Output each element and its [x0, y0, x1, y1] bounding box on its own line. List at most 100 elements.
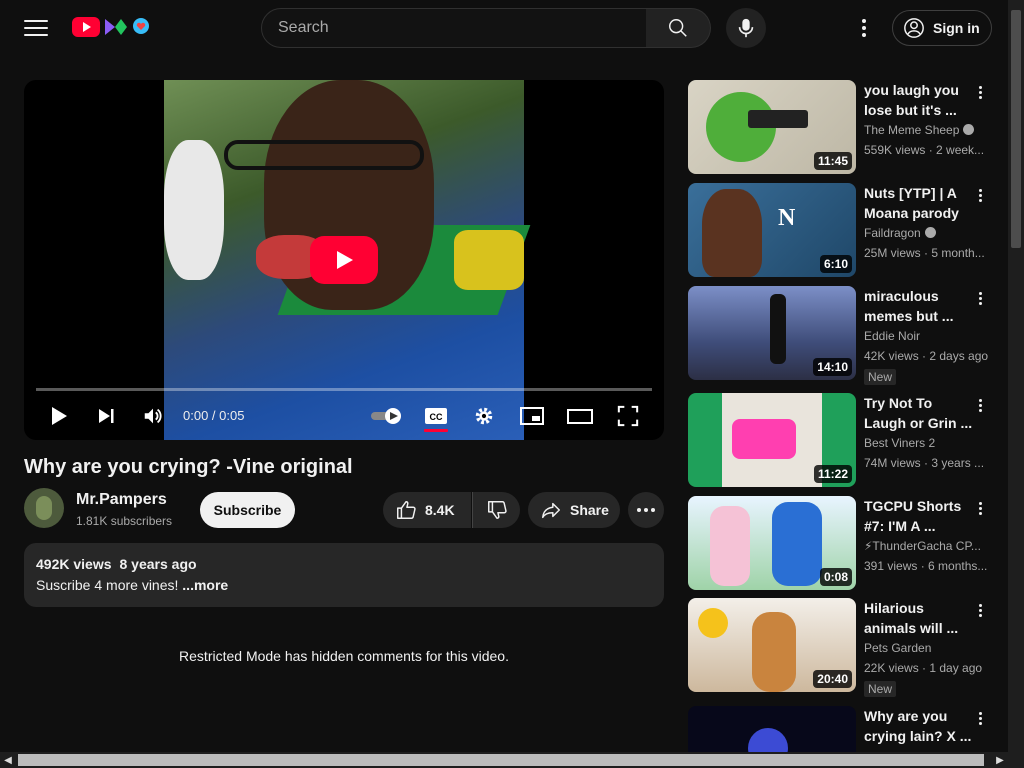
play-icon: [52, 407, 67, 425]
search-input[interactable]: Search: [261, 8, 647, 48]
theater-mode-icon: [567, 409, 593, 424]
view-meta: 492K views 8 years ago: [36, 556, 652, 572]
menu-icon[interactable]: [24, 16, 48, 40]
channel-name[interactable]: Faildragon: [864, 226, 990, 240]
verified-icon: [963, 124, 975, 135]
video-thumbnail[interactable]: 11:22: [688, 393, 856, 487]
video-thumbnail[interactable]: 14:10: [688, 286, 856, 380]
miniplayer-button[interactable]: [514, 400, 550, 432]
voice-search-button[interactable]: [726, 8, 766, 48]
video-menu-icon[interactable]: [972, 708, 988, 728]
video-menu-icon[interactable]: [972, 395, 988, 415]
video-thumbnail[interactable]: 0:08: [688, 496, 856, 590]
video-thumbnail[interactable]: N 6:10: [688, 183, 856, 277]
video-title: Why are you crying? -Vine original: [24, 456, 353, 478]
video-duration: 0:08: [819, 568, 852, 586]
video-duration: 20:40: [813, 670, 852, 688]
subscribe-button[interactable]: Subscribe: [200, 492, 295, 528]
like-button[interactable]: 8.4K: [383, 492, 471, 528]
recommended-video[interactable]: 0:08 TGCPU Shorts #7: I'M A ... ⚡Thunder…: [688, 496, 1000, 590]
progress-bar[interactable]: [36, 388, 652, 391]
settings-menu-icon[interactable]: [852, 16, 876, 40]
video-thumbnail[interactable]: [688, 706, 856, 752]
video-menu-icon[interactable]: [972, 600, 988, 620]
video-menu-icon[interactable]: [972, 498, 988, 518]
svg-text:CC: CC: [430, 412, 443, 422]
frame-cloth: [164, 140, 224, 280]
video-title[interactable]: Try Not To Laugh or Grin ...: [864, 393, 976, 433]
search-button[interactable]: [646, 8, 711, 48]
thumb-character-right: [772, 502, 822, 586]
recommended-video[interactable]: 11:45 you laugh you lose but it's ... Th…: [688, 80, 1000, 174]
video-duration: 11:45: [813, 152, 852, 170]
video-menu-icon[interactable]: [972, 82, 988, 102]
doodle-shapes-icon: [105, 19, 127, 35]
more-actions-button[interactable]: [628, 492, 664, 528]
dislike-button[interactable]: [472, 492, 520, 528]
video-player[interactable]: 0:00 / 0:05 CC: [24, 80, 664, 440]
video-thumbnail[interactable]: 20:40: [688, 598, 856, 692]
youtube-logo[interactable]: [72, 17, 150, 37]
microphone-icon: [738, 18, 754, 38]
thumb-emoji: [698, 608, 728, 638]
volume-button[interactable]: [135, 400, 171, 432]
description-more-link[interactable]: ...more: [182, 577, 228, 593]
video-menu-icon[interactable]: [972, 185, 988, 205]
captions-button[interactable]: CC: [418, 400, 454, 432]
video-thumbnail[interactable]: 11:45: [688, 80, 856, 174]
description-snippet: Suscribe 4 more vines!: [36, 577, 179, 593]
channel-avatar[interactable]: [24, 488, 64, 528]
next-button[interactable]: [88, 400, 124, 432]
play-button[interactable]: [41, 400, 77, 432]
scroll-left-arrow-icon[interactable]: ◀: [0, 752, 16, 768]
sign-in-label: Sign in: [933, 20, 980, 36]
thumb-character: [702, 189, 762, 277]
video-stats: 22K views · 1 day ago: [864, 661, 983, 675]
scroll-right-arrow-icon[interactable]: ▶: [992, 752, 1008, 768]
theater-mode-button[interactable]: [562, 400, 598, 432]
video-title[interactable]: Why are you crying lain? X ...: [864, 706, 976, 746]
channel-name[interactable]: Eddie Noir: [864, 329, 990, 343]
video-stats: 42K views · 2 days ago: [864, 349, 989, 363]
vertical-scroll-thumb[interactable]: [1011, 10, 1021, 248]
large-play-button[interactable]: [310, 236, 378, 284]
description-box[interactable]: 492K views 8 years ago Suscribe 4 more vi…: [24, 543, 664, 607]
thumb-logo-text: N: [778, 205, 796, 231]
next-icon: [99, 409, 114, 423]
recommended-video[interactable]: N 6:10 Nuts [YTP] | A Moana parody Faild…: [688, 183, 1000, 277]
vertical-scrollbar[interactable]: [1008, 0, 1024, 752]
video-title[interactable]: you laugh you lose but it's ...: [864, 80, 976, 120]
captions-active-indicator: [424, 429, 448, 432]
video-stats: 25M views · 5 month...: [864, 246, 985, 260]
thumb-toy-car: [732, 419, 796, 459]
fullscreen-button[interactable]: [610, 400, 646, 432]
channel-name[interactable]: Pets Garden: [864, 641, 990, 655]
channel-name[interactable]: ⚡ThunderGacha CP...: [864, 539, 990, 553]
recommended-video[interactable]: Why are you crying lain? X ...: [688, 706, 1000, 752]
recommended-video[interactable]: 11:22 Try Not To Laugh or Grin ... Best …: [688, 393, 1000, 487]
volume-icon: [144, 408, 162, 424]
video-title[interactable]: miraculous memes but ...: [864, 286, 976, 326]
thumb-cat: [752, 612, 796, 692]
thumb-character-left: [710, 506, 750, 586]
video-title[interactable]: Hilarious animals will ...: [864, 598, 976, 638]
autoplay-toggle[interactable]: [367, 400, 407, 432]
share-button[interactable]: Share: [528, 492, 620, 528]
settings-button[interactable]: [466, 400, 502, 432]
video-title[interactable]: TGCPU Shorts #7: I'M A ...: [864, 496, 976, 536]
sign-in-button[interactable]: Sign in: [892, 10, 992, 46]
recommended-video[interactable]: 20:40 Hilarious animals will ... Pets Ga…: [688, 598, 1000, 697]
channel-name[interactable]: Mr.Pampers: [76, 491, 167, 509]
recommended-video[interactable]: 14:10 miraculous memes but ... Eddie Noi…: [688, 286, 1000, 385]
autoplay-toggle-icon: [371, 408, 401, 424]
channel-name[interactable]: The Meme Sheep: [864, 123, 990, 137]
thumb-figure: [770, 294, 786, 364]
video-menu-icon[interactable]: [972, 288, 988, 308]
frame-glasses: [224, 140, 424, 170]
captions-icon: CC: [425, 408, 447, 424]
channel-name[interactable]: Best Viners 2: [864, 436, 990, 450]
horizontal-scrollbar[interactable]: ◀ ▶: [0, 752, 1024, 768]
horizontal-scroll-thumb[interactable]: [18, 754, 984, 766]
video-stats: 391 views · 6 months...: [864, 559, 988, 573]
video-title[interactable]: Nuts [YTP] | A Moana parody: [864, 183, 976, 223]
